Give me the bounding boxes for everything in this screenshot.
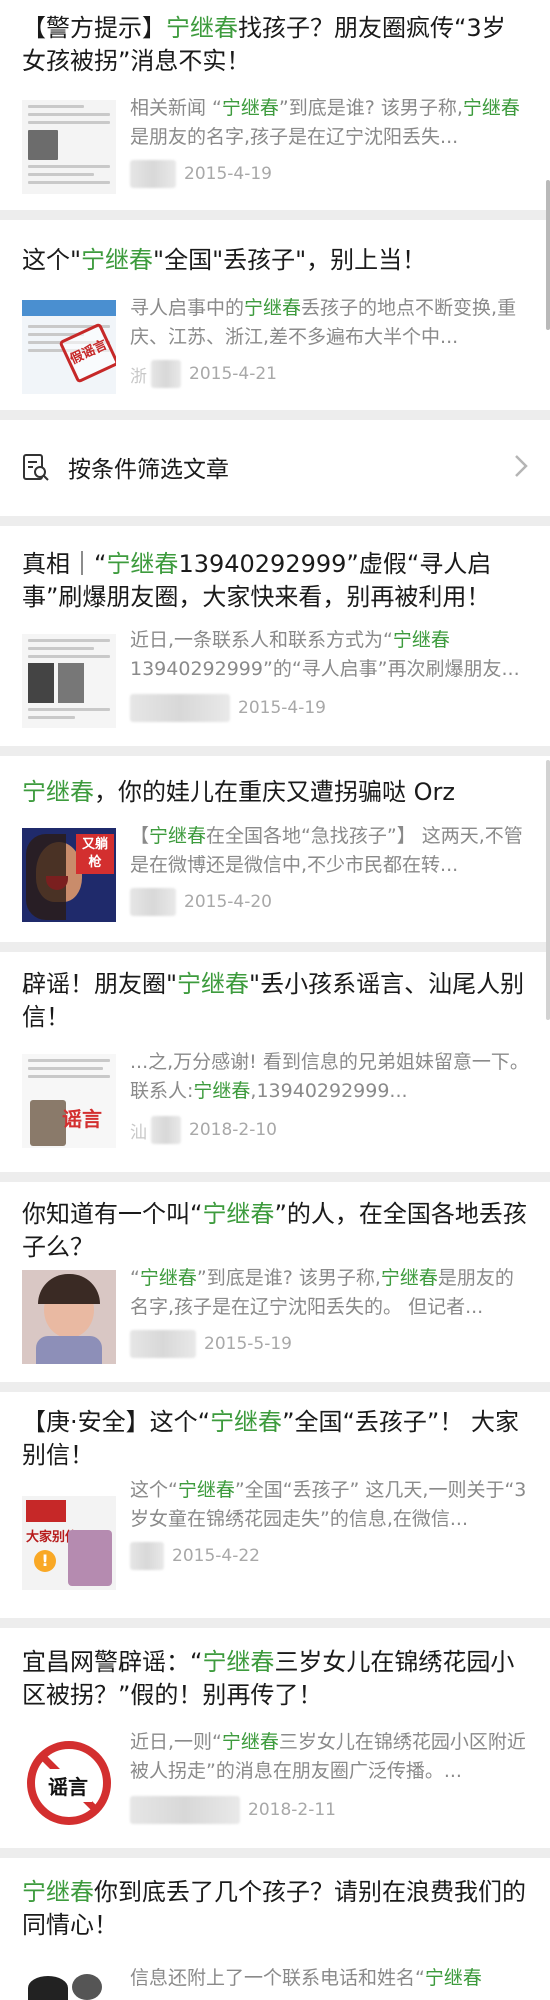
article-card[interactable]: 辟谣！朋友圈"宁继春"丢小孩系谣言、汕尾人别信！ 谣言 ...之,万分感谢! 看… [0,952,550,1172]
search-results-feed: 【警方提示】宁继春找孩子？朋友圈疯传“3岁女孩被拐”消息不实！ 相关新闻 “宁继… [0,0,550,2000]
article-title[interactable]: 辟谣！朋友圈"宁继春"丢小孩系谣言、汕尾人别信！ [22,968,528,1034]
article-summary: 相关新闻 “宁继春”到底是谁? 该男子称,宁继春是朋友的名字,孩子是在辽宁沈阳丢… [130,97,520,148]
article-date: 2015-4-21 [189,364,277,384]
article-summary: 【宁继春在全国各地“急找孩子”】 这两天,不管是在微博还是微信中,不少市民都在转… [130,825,523,876]
article-card[interactable]: 宁继春你到底丢了几个孩子？请别在浪费我们的同情心！ 信息还附上了一个联系电话和姓… [0,1858,550,2000]
article-card[interactable]: 宁继春，你的娃儿在重庆又遭拐骗哒 Orz 又躺枪 【宁继春在全国各地“急找孩子”… [0,756,550,942]
article-meta: 2015-4-22 [130,1542,260,1570]
source-redacted [130,694,230,722]
article-meta: 2015-4-20 [130,888,272,916]
source-redacted [130,1542,164,1570]
thumbnail-badge: 谣言 [62,1107,102,1131]
article-title[interactable]: 你知道有一个叫“宁继春”的人，在全国各地丢孩子么？ [22,1198,528,1264]
article-card[interactable]: 这个"宁继春"全国"丢孩子"，别上当！ 假谣言 寻人启事中的宁继春丢孩子的地点不… [0,220,550,410]
article-title[interactable]: 【庚·安全】这个“宁继春”全国“丢孩子”！ 大家别信！ [22,1406,528,1472]
article-summary: ...之,万分感谢! 看到信息的兄弟姐妹留意一下。 联系人:宁继春,139402… [130,1051,529,1102]
source-redacted [130,160,176,188]
article-summary: 这个“宁继春”全国“丢孩子” 这几天,一则关于“3岁女童在锦绣花园走失”的信息,… [130,1479,527,1530]
article-summary: 近日,一条联系人和联系方式为“宁继春 13940292999”的“寻人启事”再次… [130,629,520,680]
article-summary: 信息还附上了一个联系电话和姓名“宁继春 [130,1967,482,1989]
article-thumbnail: 大家别信! ! [22,1496,116,1590]
filter-articles-row[interactable]: 按条件筛选文章 [0,420,550,516]
article-date: 2018-2-11 [248,1800,336,1820]
scrollbar-track-mark [546,760,550,1020]
article-card[interactable]: 真相｜“宁继春13940292999”虚假“寻人启事”刷爆朋友圈，大家快来看，别… [0,526,550,746]
article-thumbnail [22,634,116,728]
article-date: 2015-5-19 [204,1334,292,1354]
article-card[interactable]: 【庚·安全】这个“宁继春”全国“丢孩子”！ 大家别信！ 大家别信! ! 这个“宁… [0,1392,550,1618]
source-redacted [130,1796,240,1824]
article-title[interactable]: 【警方提示】宁继春找孩子？朋友圈疯传“3岁女孩被拐”消息不实！ [22,12,528,78]
filter-articles-label: 按条件筛选文章 [68,457,229,483]
article-summary: 近日,一则“宁继春三岁女儿在锦绣花园小区附近被人拐走”的消息在朋友圈广泛传播。.… [130,1731,526,1782]
article-title[interactable]: 真相｜“宁继春13940292999”虚假“寻人启事”刷爆朋友圈，大家快来看，别… [22,548,528,614]
article-meta: 汕 2018-2-10 [130,1116,277,1144]
article-title[interactable]: 宁继春，你的娃儿在重庆又遭拐骗哒 Orz [22,776,528,809]
article-date: 2015-4-19 [238,698,326,718]
article-title[interactable]: 这个"宁继春"全国"丢孩子"，别上当！ [22,244,528,277]
chevron-right-icon [515,455,528,477]
article-card[interactable]: 你知道有一个叫“宁继春”的人，在全国各地丢孩子么？ “宁继春”到底是谁? 该男子… [0,1182,550,1382]
article-date: 2015-4-19 [184,164,272,184]
source-redacted [151,1116,181,1144]
thumbnail-badge: 又躺枪 [76,834,114,874]
source-name: 浙 [130,366,147,387]
source-redacted [130,888,176,916]
article-thumbnail: 谣言 [22,1054,116,1148]
source-redacted [130,1330,196,1358]
article-date: 2015-4-22 [172,1546,260,1566]
article-meta: 2015-5-19 [130,1330,292,1358]
article-summary: 寻人启事中的宁继春丢孩子的地点不断变换,重庆、江苏、浙江,差不多遍布大半个中..… [130,297,517,348]
article-card[interactable]: 宜昌网警辟谣：“宁继春三岁女儿在锦绣花园小区被拐？”假的！别再传了！ 谣言 近日… [0,1628,550,1848]
article-thumbnail [22,100,116,194]
filter-search-icon [23,454,49,481]
article-card[interactable]: 【警方提示】宁继春找孩子？朋友圈疯传“3岁女孩被拐”消息不实！ 相关新闻 “宁继… [0,0,550,210]
scrollbar[interactable] [546,180,550,330]
article-thumbnail: 又躺枪 [22,828,116,922]
warning-icon: ! [34,1550,56,1572]
article-meta: 2018-2-11 [130,1796,336,1824]
article-date: 2018-2-10 [189,1120,277,1140]
source-redacted [151,360,181,388]
article-title[interactable]: 宜昌网警辟谣：“宁继春三岁女儿在锦绣花园小区被拐？”假的！别再传了！ [22,1646,528,1712]
source-name: 汕 [130,1122,147,1143]
article-title[interactable]: 宁继春你到底丢了几个孩子？请别在浪费我们的同情心！ [22,1876,528,1942]
article-date: 2015-4-20 [184,892,272,912]
article-thumbnail: 谣言 [22,1736,116,1830]
article-thumbnail: 假谣言 [22,300,116,394]
article-meta: 浙 2015-4-21 [130,360,277,388]
thumbnail-badge: 谣言 [44,1769,92,1802]
article-meta: 2015-4-19 [130,694,326,722]
article-summary: “宁继春”到底是谁? 该男子称,宁继春是朋友的名字,孩子是在辽宁沈阳丢失的。 但… [130,1267,514,1318]
article-thumbnail [22,1970,116,2000]
article-meta: 2015-4-19 [130,160,272,188]
article-thumbnail [22,1270,116,1364]
